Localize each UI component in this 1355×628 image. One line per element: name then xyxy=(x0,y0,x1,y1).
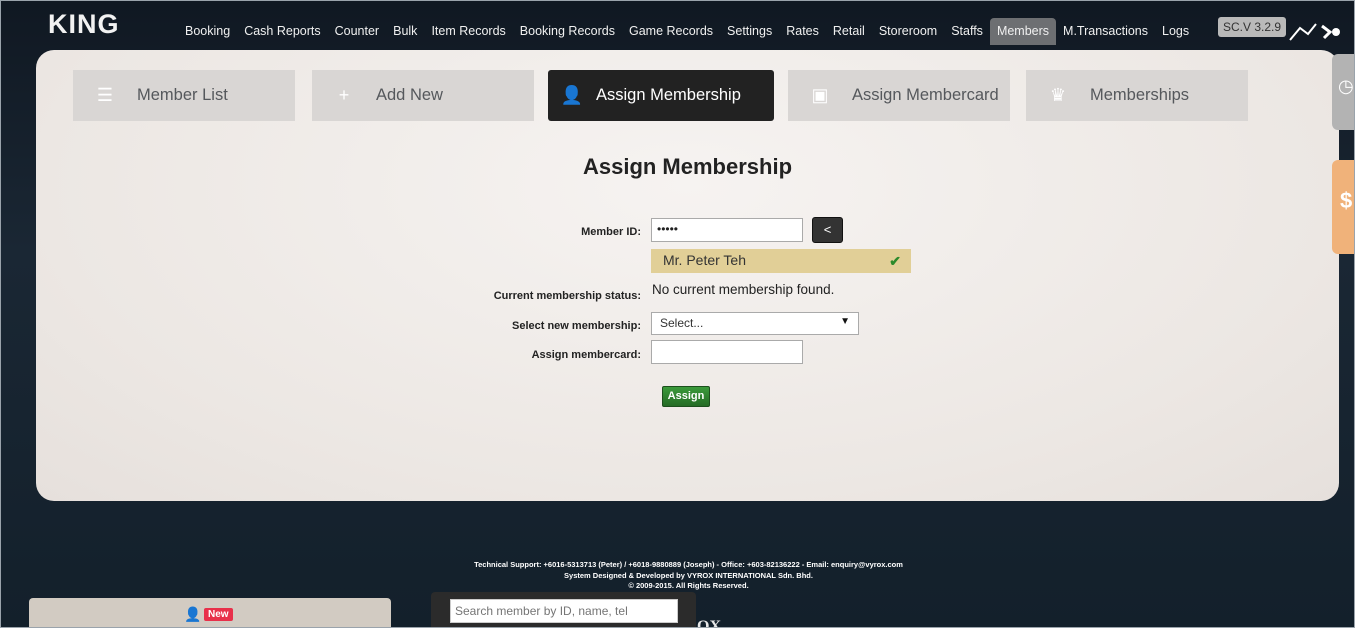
dollar-icon: $ xyxy=(1340,188,1353,213)
tab-label: Add New xyxy=(376,86,443,104)
page-title: Assign Membership xyxy=(582,154,793,179)
nav-retail[interactable]: Retail xyxy=(826,18,872,45)
plus-icon: + xyxy=(338,85,350,105)
tab-label: Assign Membership xyxy=(596,86,741,104)
member-found-banner: Mr. Peter Teh ✔ xyxy=(651,249,911,273)
main-panel: ☰ Member List + Add New 👤 Assign Members… xyxy=(36,50,1339,501)
membercard-label: Assign membercard: xyxy=(531,349,641,361)
footer-developer: System Designed & Developed by VYROX INT… xyxy=(564,570,813,580)
member-id-input[interactable]: ••••• xyxy=(651,218,803,242)
side-tab-cash[interactable]: $ xyxy=(1332,160,1355,254)
tab-add-new[interactable]: + Add New xyxy=(312,70,534,121)
membership-select[interactable]: Select... ▼ xyxy=(651,312,859,335)
nav-m-transactions[interactable]: M.Transactions xyxy=(1056,18,1155,45)
member-name: Mr. Peter Teh xyxy=(663,252,747,268)
nav-cash-reports[interactable]: Cash Reports xyxy=(237,18,327,45)
nav-storeroom[interactable]: Storeroom xyxy=(872,18,944,45)
list-icon: ☰ xyxy=(96,85,114,105)
status-label: Current membership status: xyxy=(493,290,641,302)
select-membership-label: Select new membership: xyxy=(512,320,641,332)
footer-copyright: © 2009-2015. All Rights Reserved. xyxy=(628,581,749,590)
card-icon: ▣ xyxy=(811,85,829,105)
nav-logs[interactable]: Logs xyxy=(1155,18,1196,45)
assign-button[interactable]: Assign xyxy=(662,386,710,407)
tab-assign-membership[interactable]: 👤 Assign Membership xyxy=(548,70,774,121)
app-logo: KING xyxy=(48,9,120,39)
back-button[interactable]: < xyxy=(812,217,843,243)
nav-game-records[interactable]: Game Records xyxy=(622,18,720,45)
version-badge: SC.V 3.2.9 xyxy=(1218,17,1287,37)
check-icon: ✔ xyxy=(889,253,901,269)
person-icon: 👤 xyxy=(184,606,202,622)
chevron-down-icon: ▼ xyxy=(840,316,850,327)
new-badge: New xyxy=(204,608,233,621)
tab-memberships[interactable]: ♛ Memberships xyxy=(1026,70,1248,121)
tab-assign-membercard[interactable]: ▣ Assign Membercard xyxy=(788,70,1010,121)
plug-icon[interactable] xyxy=(1286,20,1342,44)
clock-icon: ◷ xyxy=(1338,76,1354,96)
crown-icon: ♛ xyxy=(1049,85,1067,105)
footer-support: Technical Support: +6016-5313713 (Peter)… xyxy=(474,560,903,569)
nav-counter[interactable]: Counter xyxy=(328,18,386,45)
tab-member-list[interactable]: ☰ Member List xyxy=(73,70,295,121)
member-id-label: Member ID: xyxy=(581,226,641,238)
tab-label: Member List xyxy=(137,86,228,104)
side-tab-clock[interactable]: ◷ xyxy=(1332,54,1355,130)
add-user-icon: 👤 xyxy=(560,85,584,105)
top-bar: KING Booking Cash Reports Counter Bulk I… xyxy=(0,8,1355,46)
select-value: Select... xyxy=(660,316,704,330)
bottom-logo: OX xyxy=(697,618,721,628)
new-member-button[interactable]: 👤 New xyxy=(29,598,391,628)
nav-booking[interactable]: Booking xyxy=(178,18,237,45)
tab-label: Memberships xyxy=(1090,86,1190,104)
nav-booking-records[interactable]: Booking Records xyxy=(513,18,622,45)
membercard-input[interactable] xyxy=(651,340,803,364)
nav-item-records[interactable]: Item Records xyxy=(424,18,512,45)
status-value: No current membership found. xyxy=(652,282,835,297)
nav-members[interactable]: Members xyxy=(989,18,1057,45)
member-search-input[interactable] xyxy=(450,599,678,623)
nav-bulk[interactable]: Bulk xyxy=(386,18,424,45)
tab-label: Assign Membercard xyxy=(852,86,999,104)
nav-settings[interactable]: Settings xyxy=(720,18,779,45)
footer: Technical Support: +6016-5313713 (Peter)… xyxy=(0,560,1355,592)
nav-rates[interactable]: Rates xyxy=(779,18,826,45)
nav-staffs[interactable]: Staffs xyxy=(944,18,990,45)
main-nav: Booking Cash Reports Counter Bulk Item R… xyxy=(178,18,1196,45)
